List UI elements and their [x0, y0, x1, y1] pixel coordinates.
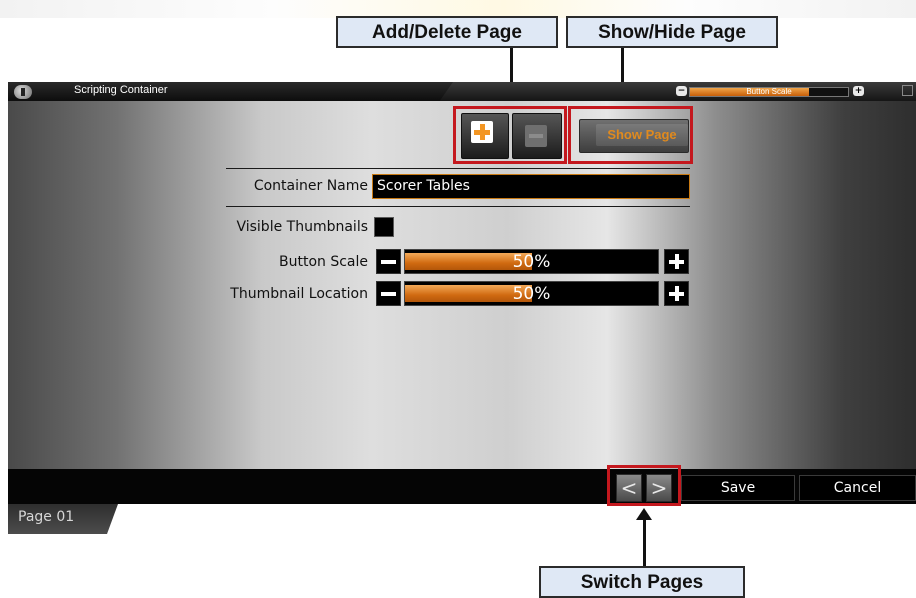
- button-scale-label: Button Scale: [278, 254, 368, 270]
- thumbnail-location-slider[interactable]: 50%: [404, 281, 659, 306]
- window-maximize-icon[interactable]: [902, 85, 913, 96]
- container-name-input[interactable]: Scorer Tables: [372, 174, 690, 199]
- thumbnail-location-label: Thumbnail Location: [230, 286, 368, 302]
- button-scale-minus-button[interactable]: [376, 249, 401, 274]
- callout-switch-pages: Switch Pages: [539, 566, 745, 598]
- cancel-button[interactable]: Cancel: [799, 475, 916, 501]
- button-scale-slider[interactable]: 50%: [404, 249, 659, 274]
- scale-minus-icon[interactable]: −: [676, 86, 687, 96]
- thumbnail-location-minus-button[interactable]: [376, 281, 401, 306]
- window-title: Scripting Container: [74, 84, 168, 96]
- visible-thumbnails-checkbox[interactable]: [374, 217, 394, 237]
- separator-bottom: [226, 206, 690, 207]
- page-tab-label: Page 01: [18, 509, 75, 525]
- save-button[interactable]: Save: [681, 475, 795, 501]
- highlight-add-delete: [453, 106, 567, 164]
- button-scale-value: 50%: [512, 252, 551, 272]
- callout-add-delete-page: Add/Delete Page: [336, 16, 558, 48]
- arrow-line-switch-pages: [643, 518, 646, 568]
- visible-thumbnails-label: Visible Thumbnails: [236, 219, 368, 235]
- highlight-show-hide: [568, 106, 693, 164]
- thumbnail-location-plus-button[interactable]: [664, 281, 689, 306]
- scale-plus-icon[interactable]: +: [853, 86, 864, 96]
- toolbar-button-scale-slider[interactable]: Button Scale: [689, 87, 849, 97]
- container-name-label: Container Name: [253, 178, 368, 194]
- thumbnail-location-value: 50%: [512, 284, 551, 304]
- app-logo-icon: [14, 85, 32, 99]
- toolbar-scale-label: Button Scale: [746, 87, 792, 96]
- callout-show-hide-page: Show/Hide Page: [566, 16, 778, 48]
- highlight-switch-pages: [607, 465, 681, 506]
- button-scale-plus-button[interactable]: [664, 249, 689, 274]
- separator-top: [226, 168, 690, 169]
